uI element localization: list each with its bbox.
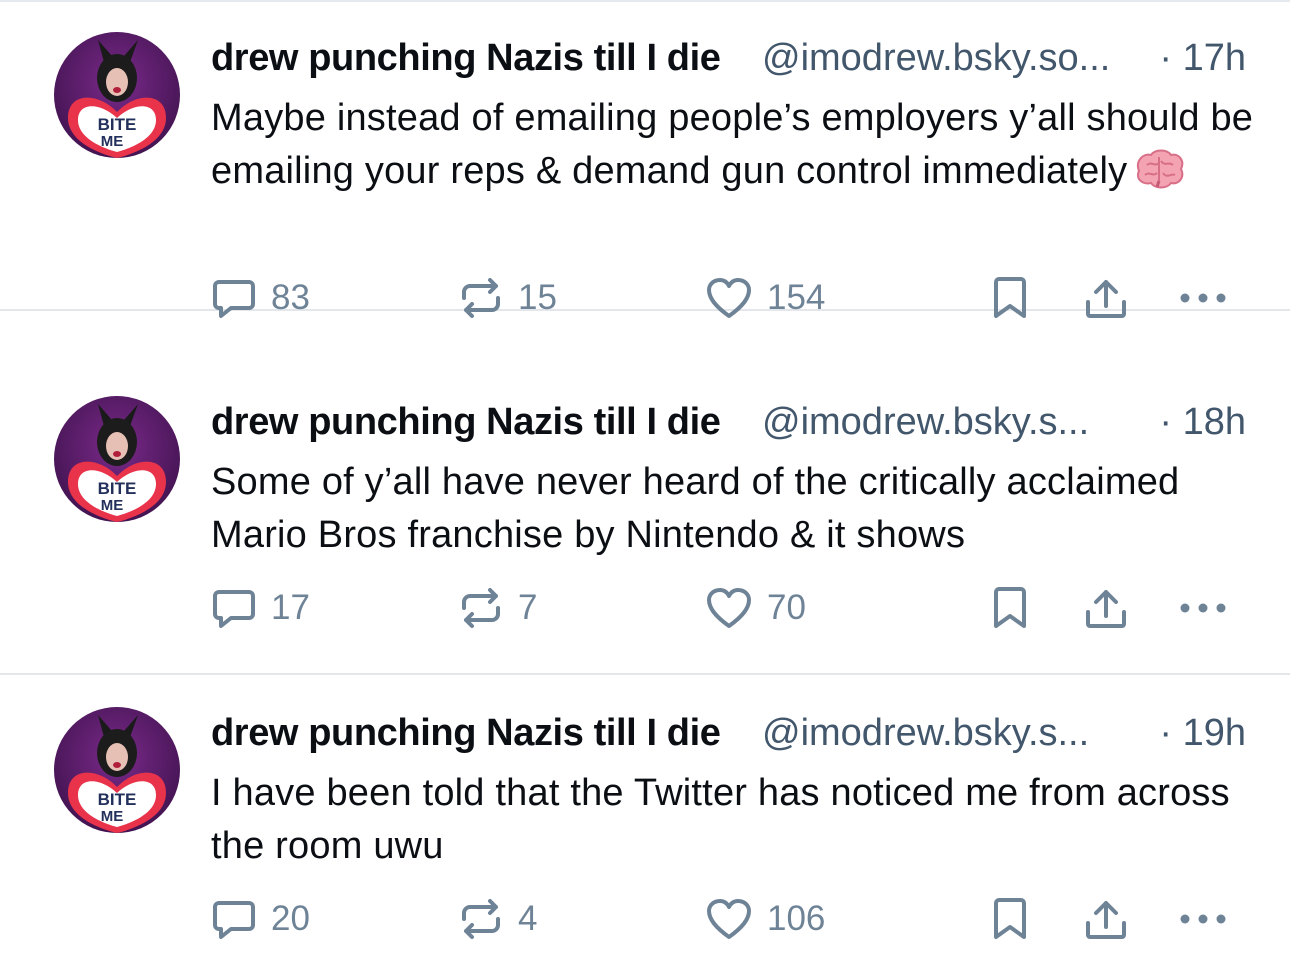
more-icon [1180,603,1226,613]
share-button[interactable] [1084,268,1128,328]
repost-icon [462,278,500,318]
post-text: Some of y’all have never heard of the cr… [211,461,1180,556]
post-header: drew punching Nazis till I die @imodrew.… [211,32,1246,84]
bookmark-icon [994,587,1026,628]
more-options-button[interactable] [1178,268,1228,328]
post-2[interactable]: BITE ME drew punching Nazis till I die @… [0,364,1290,675]
like-icon [707,899,751,939]
post-actions: 17 7 70 [0,578,1290,638]
author-handle[interactable]: @imodrew.bsky.s... [762,707,1089,759]
repost-count: 15 [518,278,557,317]
avatar-sign-line-1: BITE [98,790,137,809]
reply-icon [213,901,255,939]
repost-icon [462,588,500,628]
post-timestamp[interactable]: · 17h [1159,32,1246,84]
post-actions: 83 15 154 [0,268,1290,328]
like-count: 106 [767,899,826,938]
bookmark-icon [994,898,1026,939]
more-icon [1180,914,1226,924]
author-avatar[interactable]: BITE ME [54,32,180,158]
like-count: 154 [767,278,826,317]
more-options-button[interactable] [1178,889,1228,949]
share-icon [1086,590,1126,628]
author-avatar[interactable]: BITE ME [54,396,180,522]
post-1[interactable]: BITE ME drew punching Nazis till I die @… [0,0,1290,318]
share-button[interactable] [1084,889,1128,949]
bookmark-button[interactable] [990,578,1030,638]
repost-count: 7 [518,588,538,627]
author-name[interactable]: drew punching Nazis till I die [211,396,721,448]
more-options-button[interactable] [1178,578,1228,638]
author-handle[interactable]: @imodrew.bsky.s... [762,396,1089,448]
post-text: I have been told that the Twitter has no… [211,772,1230,867]
bookmark-icon [994,277,1026,318]
post-text-content: Maybe instead of emailing people’s emplo… [211,97,1254,192]
avatar-sign-line-2: ME [101,808,124,825]
share-icon [1086,280,1126,318]
like-button[interactable]: 154 [705,268,825,328]
reply-button[interactable]: 83 [211,268,310,328]
post-text: Maybe instead of emailing people’s emplo… [211,92,1271,206]
more-icon [1180,293,1226,303]
reply-icon [213,590,255,628]
repost-icon [462,899,500,939]
reply-button[interactable]: 17 [211,578,310,638]
bookmark-button[interactable] [990,889,1030,949]
avatar-sign-line-1: BITE [98,115,137,134]
post-timestamp[interactable]: · 18h [1159,396,1246,448]
repost-button[interactable]: 15 [458,268,557,328]
avatar-sign-line-2: ME [101,497,124,514]
author-name[interactable]: drew punching Nazis till I die [211,32,721,84]
post-3[interactable]: BITE ME drew punching Nazis till I die @… [0,675,1290,976]
like-icon [707,588,751,628]
post-timestamp[interactable]: · 19h [1159,707,1246,759]
avatar-sign-line-2: ME [101,133,124,150]
reply-count: 17 [271,588,310,627]
author-handle[interactable]: @imodrew.bsky.so... [762,32,1110,84]
post-actions: 20 4 106 [0,889,1290,949]
reply-button[interactable]: 20 [211,889,310,949]
reply-count: 83 [271,278,310,317]
author-avatar[interactable]: BITE ME [54,707,180,833]
reply-count: 20 [271,899,310,938]
bookmark-button[interactable] [990,268,1030,328]
reply-icon [213,280,255,318]
post-header: drew punching Nazis till I die @imodrew.… [211,707,1246,759]
share-icon [1086,901,1126,939]
post-header: drew punching Nazis till I die @imodrew.… [211,396,1246,448]
like-icon [707,278,751,318]
like-count: 70 [767,588,806,627]
post-feed: BITE ME drew punching Nazis till I die @… [0,0,1290,976]
brain-emoji-icon [1133,147,1187,206]
like-button[interactable]: 106 [705,889,825,949]
repost-button[interactable]: 7 [458,578,537,638]
repost-count: 4 [518,899,538,938]
repost-button[interactable]: 4 [458,889,537,949]
avatar-sign-line-1: BITE [98,479,137,498]
author-name[interactable]: drew punching Nazis till I die [211,707,721,759]
share-button[interactable] [1084,578,1128,638]
like-button[interactable]: 70 [705,578,806,638]
